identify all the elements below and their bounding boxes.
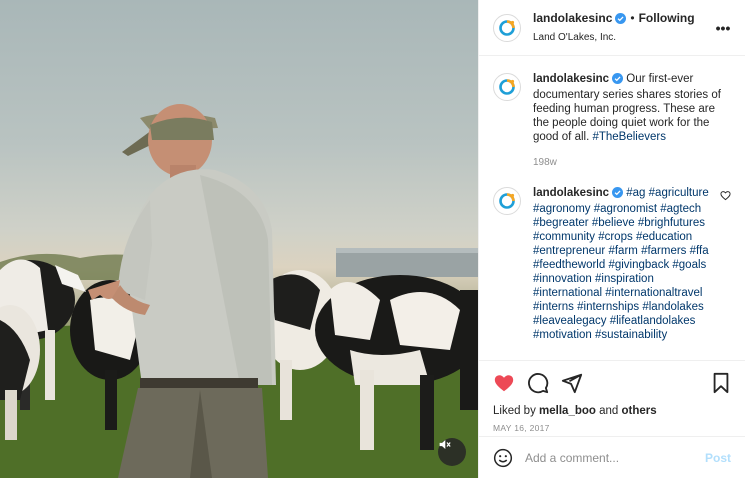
- hashtag-link[interactable]: #motivation: [533, 329, 592, 341]
- mute-toggle-button[interactable]: [438, 438, 466, 466]
- hashtag-link[interactable]: #believe: [592, 217, 635, 229]
- avatar[interactable]: [493, 13, 521, 42]
- hashtag-link[interactable]: #education: [636, 231, 692, 243]
- post-comment-button[interactable]: Post: [705, 451, 731, 465]
- muted-speaker-icon: [439, 440, 451, 449]
- post-header: landolakesinc • Following Land O'Lakes, In…: [479, 0, 745, 56]
- hashtag-link[interactable]: #innovation: [533, 273, 592, 285]
- following-button[interactable]: Following: [639, 11, 695, 25]
- post-side-panel: landolakesinc • Following Land O'Lakes, In…: [478, 0, 745, 478]
- hashtag-link[interactable]: #givingback: [608, 259, 669, 271]
- hashtag-link[interactable]: #lifeatlandolakes: [610, 315, 696, 327]
- hashtag-link[interactable]: #internationaltravel: [605, 287, 702, 299]
- avatar[interactable]: [493, 73, 521, 101]
- verified-badge-icon: [612, 73, 624, 88]
- likes-summary: Liked by mella_boo and others: [493, 405, 731, 417]
- hashtag-link[interactable]: #sustainability: [595, 329, 667, 341]
- post-media-video[interactable]: [0, 0, 478, 478]
- hashtag-link[interactable]: #agronomist: [594, 203, 657, 215]
- likes-prefix: Liked by: [493, 405, 536, 417]
- header-username[interactable]: landolakesinc: [533, 11, 612, 25]
- land-o-lakes-logo: [499, 19, 515, 36]
- caption-username[interactable]: landolakesinc: [533, 73, 609, 85]
- likes-others-link[interactable]: others: [622, 405, 657, 417]
- hashtag-link[interactable]: #goals: [672, 259, 706, 271]
- comment-icon[interactable]: [527, 372, 549, 394]
- hashtag-list: #ag #agriculture #agronomy #agronomist #…: [533, 187, 709, 341]
- hashtag-link[interactable]: #international: [533, 287, 602, 299]
- share-icon[interactable]: [561, 372, 583, 394]
- caption-hashtag[interactable]: #TheBelievers: [592, 131, 666, 143]
- heart-filled-icon[interactable]: [493, 372, 515, 394]
- post-date[interactable]: MAY 16, 2017: [493, 423, 731, 433]
- liked-by-user[interactable]: mella_boo: [539, 405, 596, 417]
- header-subtitle: Land O'Lakes, Inc.: [533, 31, 617, 43]
- comment-username[interactable]: landolakesinc: [533, 187, 609, 199]
- hashtag-link[interactable]: #entrepreneur: [533, 245, 605, 257]
- hashtag-link[interactable]: #inspiration: [595, 273, 654, 285]
- hashtag-link[interactable]: #ag: [626, 187, 645, 199]
- avatar[interactable]: [493, 187, 521, 215]
- comment-input[interactable]: [525, 450, 705, 465]
- land-o-lakes-logo: [499, 79, 515, 95]
- comments-area: landolakesinc Our first-ever documentary…: [479, 56, 745, 360]
- add-comment-bar: Post: [479, 436, 745, 478]
- hashtag-link[interactable]: #community: [533, 231, 595, 243]
- hashtag-link[interactable]: #ffa: [690, 245, 709, 257]
- verified-badge-icon: [612, 187, 624, 202]
- hashtag-comment: landolakesinc #ag #agriculture #agronomy…: [493, 186, 731, 342]
- video-frame-scene: [0, 104, 478, 478]
- hashtag-link[interactable]: #crops: [598, 231, 633, 243]
- hashtag-link[interactable]: #agtech: [660, 203, 701, 215]
- hashtag-link[interactable]: #farm: [608, 245, 637, 257]
- comment-like-icon[interactable]: [720, 190, 731, 342]
- hashtag-link[interactable]: #farmers: [641, 245, 686, 257]
- hashtag-link[interactable]: #internships: [577, 301, 639, 313]
- caption-comment: landolakesinc Our first-ever documentary…: [493, 72, 731, 170]
- more-options-icon[interactable]: •••: [713, 20, 733, 36]
- emoji-icon[interactable]: [493, 448, 513, 468]
- hashtag-link[interactable]: #feedtheworld: [533, 259, 605, 271]
- hashtag-link[interactable]: #agriculture: [649, 187, 709, 199]
- verified-badge-icon: [615, 12, 627, 28]
- bookmark-icon[interactable]: [711, 372, 731, 394]
- hashtag-link[interactable]: #brighfutures: [638, 217, 705, 229]
- land-o-lakes-logo: [499, 193, 515, 209]
- caption-age[interactable]: 198w: [533, 156, 731, 170]
- hashtag-link[interactable]: #interns: [533, 301, 574, 313]
- hashtag-link[interactable]: #landolakes: [642, 301, 703, 313]
- post-actions: Liked by mella_boo and others MAY 16, 20…: [479, 360, 745, 436]
- header-separator: •: [630, 10, 635, 25]
- hashtag-link[interactable]: #leavealegacy: [533, 315, 607, 327]
- hashtag-link[interactable]: #agronomy: [533, 203, 591, 215]
- hashtag-link[interactable]: #begreater: [533, 217, 589, 229]
- likes-conjunction: and: [599, 405, 619, 417]
